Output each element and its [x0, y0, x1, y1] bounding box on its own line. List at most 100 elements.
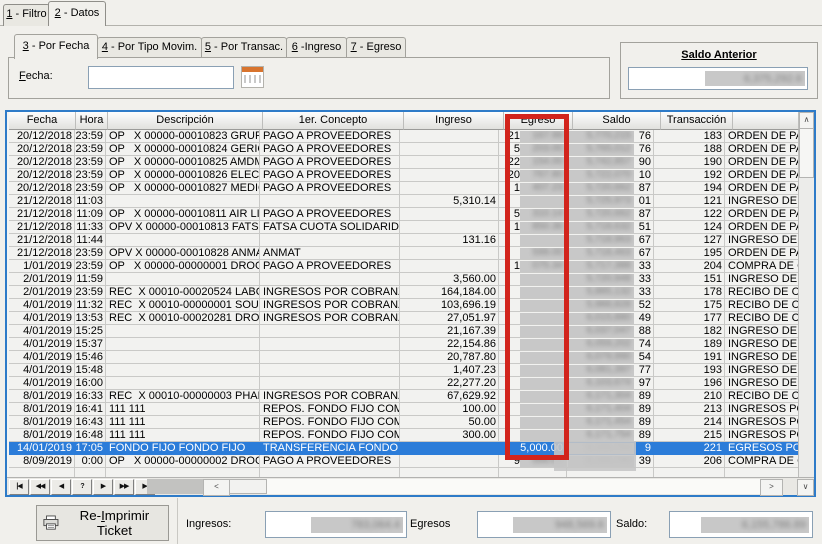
table-row[interactable]: 4/01/201915:2521,167.396,037,04788182ING… [9, 325, 799, 338]
column-header-hora[interactable]: Hora [76, 112, 108, 130]
printer-icon [43, 515, 59, 531]
saldo-anterior-field[interactable]: 6,375,292.6 [628, 67, 808, 90]
cell-descripcion: REC X 00010-00020524 LABO [106, 286, 260, 299]
navigator-first-button[interactable]: |◀ [9, 479, 29, 495]
cell-hora: 16:48 [75, 429, 106, 442]
table-row[interactable]: 20/12/201823:59OP X 00000-00010825 AMDMP… [9, 156, 799, 169]
cell-saldo: 5,720,94833 [567, 273, 654, 286]
navigator-next-page-button[interactable]: ▶▶ [114, 479, 134, 495]
egresos-field[interactable]: 948,569.6 [477, 511, 611, 538]
table-row[interactable]: 8/01/201916:33REC X 00010-00000003 PHARI… [9, 390, 799, 403]
egreso-redacted-value: 850.36 [520, 222, 566, 233]
fecha-label: Fecha: [19, 70, 53, 82]
table-row[interactable]: 4/01/201915:3722,154.866,059,20274189ING… [9, 338, 799, 351]
saldo-redacted-value: 6,079,990 [568, 352, 634, 363]
table-row[interactable]: 21/12/201811:33OPV X 00000-00010813 FATS… [9, 221, 799, 234]
vertical-scroll-thumb[interactable] [799, 128, 814, 178]
column-header-descripci-n[interactable]: Descripción [108, 112, 263, 130]
column-header-transacci-n[interactable]: Transacción [661, 112, 733, 130]
column-header-fecha[interactable]: Fecha [9, 112, 76, 130]
cell-fecha: 1/01/2019 [9, 260, 75, 273]
reprint-ticket-label: Re-Imprimir Ticket [67, 508, 162, 538]
table-row[interactable]: 20/12/201823:59OP X 00000-00010827 MEDIC… [9, 182, 799, 195]
cell-tipo-movimiento: COMPRA DE CO [725, 260, 799, 273]
column-header-saldo[interactable]: Saldo [573, 112, 661, 130]
cell-egreso: 22154.00 [499, 156, 567, 169]
cell-concepto [260, 273, 400, 286]
ingresos-field[interactable]: 783,064.4 [265, 511, 407, 538]
view-tab-7[interactable]: 7 - Egreso [346, 37, 406, 59]
table-row[interactable]: 4/01/201915:4620,787.806,079,99054191ING… [9, 351, 799, 364]
fecha-input[interactable] [88, 66, 234, 89]
table-row[interactable]: 2/01/201911:593,560.005,720,94833151INGR… [9, 273, 799, 286]
navigator-prior-button[interactable]: ◀ [51, 479, 71, 495]
table-row[interactable]: 8/01/201916:48111 111REPOS. FONDO FIJO C… [9, 429, 799, 442]
cell-fecha: 4/01/2019 [9, 299, 75, 312]
cell-descripcion: FONDO FIJO FONDO FIJO [106, 442, 260, 455]
cell-hora: 23:59 [75, 247, 106, 260]
table-row[interactable]: 1/01/201923:59OP X 00000-00000001 DROGPA… [9, 260, 799, 273]
navigator-prior-page-button[interactable]: ◀◀ [30, 479, 50, 495]
window-tab-2[interactable]: 2 - Datos [48, 1, 106, 26]
cell-ingreso: 67,629.92 [400, 390, 499, 403]
table-row[interactable]: 8/01/201916:41111 111REPOS. FONDO FIJO C… [9, 403, 799, 416]
cell-tipo-movimiento: ORDEN DE PAG [725, 143, 799, 156]
navigator-help-button[interactable]: ? [72, 479, 92, 495]
egreso-redacted-value: 407.23 [520, 183, 566, 194]
table-row[interactable]: 4/01/201913:53REC X 00010-00020281 DROGI… [9, 312, 799, 325]
table-row[interactable]: 2/01/201923:59REC X 00010-00020524 LABOI… [9, 286, 799, 299]
table-row[interactable]: 14/01/201917:05FONDO FIJO FONDO FIJOTRAN… [9, 442, 799, 455]
horizontal-scroll-thumb[interactable] [229, 479, 267, 494]
vertical-scrollbar[interactable]: ∧ [798, 112, 814, 478]
saldo-redacted-value: 6,166,754 [568, 443, 634, 454]
scroll-down-button[interactable]: ∨ [797, 479, 814, 496]
cell-saldo: 5,770,21576 [567, 130, 654, 143]
cell-saldo: 5,718,96367 [567, 234, 654, 247]
window-tab-1[interactable]: 1 - Filtro [3, 4, 50, 26]
table-row[interactable]: 21/12/201811:44131.165,718,96367127INGRE… [9, 234, 799, 247]
egreso-redacted-value [520, 391, 566, 402]
cell-egreso [499, 390, 567, 403]
table-row[interactable]: 20/12/201823:59OP X 00000-00010826 ELECT… [9, 169, 799, 182]
table-row[interactable]: 21/12/201823:59OPV X 00000-00010828 ANMA… [9, 247, 799, 260]
cell-tipo-movimiento: RECIBO DE COB [725, 299, 799, 312]
cell-hora: 11:09 [75, 208, 106, 221]
cell-saldo: 5,742,85790 [567, 156, 654, 169]
cell-descripcion: OP X 00000-00010823 GRUP [106, 130, 260, 143]
table-row[interactable]: 20/12/201823:59OP X 00000-00010824 GERIC… [9, 143, 799, 156]
table-row[interactable]: 8/01/201916:43111 111REPOS. FONDO FIJO C… [9, 416, 799, 429]
cell-concepto [260, 364, 400, 377]
table-row[interactable]: 21/12/201811:09OP X 00000-00010811 AIR L… [9, 208, 799, 221]
table-row[interactable]: 4/01/201915:481,407.236,081,39777193INGR… [9, 364, 799, 377]
view-tab-4[interactable]: 4 - Por Tipo Movim. [97, 37, 202, 59]
view-tab-3[interactable]: 3 - Por Fecha [14, 34, 98, 59]
cell-egreso: 5310.14 [499, 208, 567, 221]
cell-egreso [499, 234, 567, 247]
scroll-left-button[interactable]: < [203, 479, 230, 496]
table-row[interactable]: 21/12/201811:035,310.145,725,97301121ING… [9, 195, 799, 208]
column-header-egreso[interactable]: Egreso [504, 112, 573, 130]
cell-concepto: PAGO A PROVEEDORES [260, 208, 400, 221]
calendar-icon[interactable] [241, 66, 264, 88]
table-row[interactable]: 8/09/20190:00OP X 00000-00000002 DROGPAG… [9, 455, 799, 468]
cell-hora: 0:00 [75, 455, 106, 468]
navigator-next-button[interactable]: ▶ [93, 479, 113, 495]
egreso-redacted-value [520, 339, 566, 350]
horizontal-scroll-track[interactable] [267, 479, 762, 494]
column-header-extra[interactable] [733, 112, 799, 130]
scroll-right-button[interactable]: > [760, 479, 783, 496]
table-row[interactable]: 4/01/201911:32REC X 00010-00000001 SOUEI… [9, 299, 799, 312]
reprint-ticket-button[interactable]: Re-Imprimir Ticket [36, 505, 169, 541]
column-header-1er-concepto[interactable]: 1er. Concepto [263, 112, 404, 130]
cell-fecha: 20/12/2018 [9, 143, 75, 156]
cell-saldo: 6,171,75489 [567, 429, 654, 442]
table-row[interactable]: 4/01/201916:0022,277.206,103,67497196ING… [9, 377, 799, 390]
view-tab-6[interactable]: 6 -Ingreso [286, 37, 347, 59]
view-tab-5[interactable]: 5 - Por Transac. [201, 37, 287, 59]
scroll-up-button[interactable]: ∧ [799, 112, 814, 129]
column-header-ingreso[interactable]: Ingreso [404, 112, 504, 130]
cell-concepto: REPOS. FONDO FIJO COMPRAS [260, 403, 400, 416]
cell-egreso [499, 416, 567, 429]
saldo-field[interactable]: 6,155,786.89 [669, 511, 813, 538]
table-row[interactable]: 20/12/201823:59OP X 00000-00010823 GRUPP… [9, 130, 799, 143]
